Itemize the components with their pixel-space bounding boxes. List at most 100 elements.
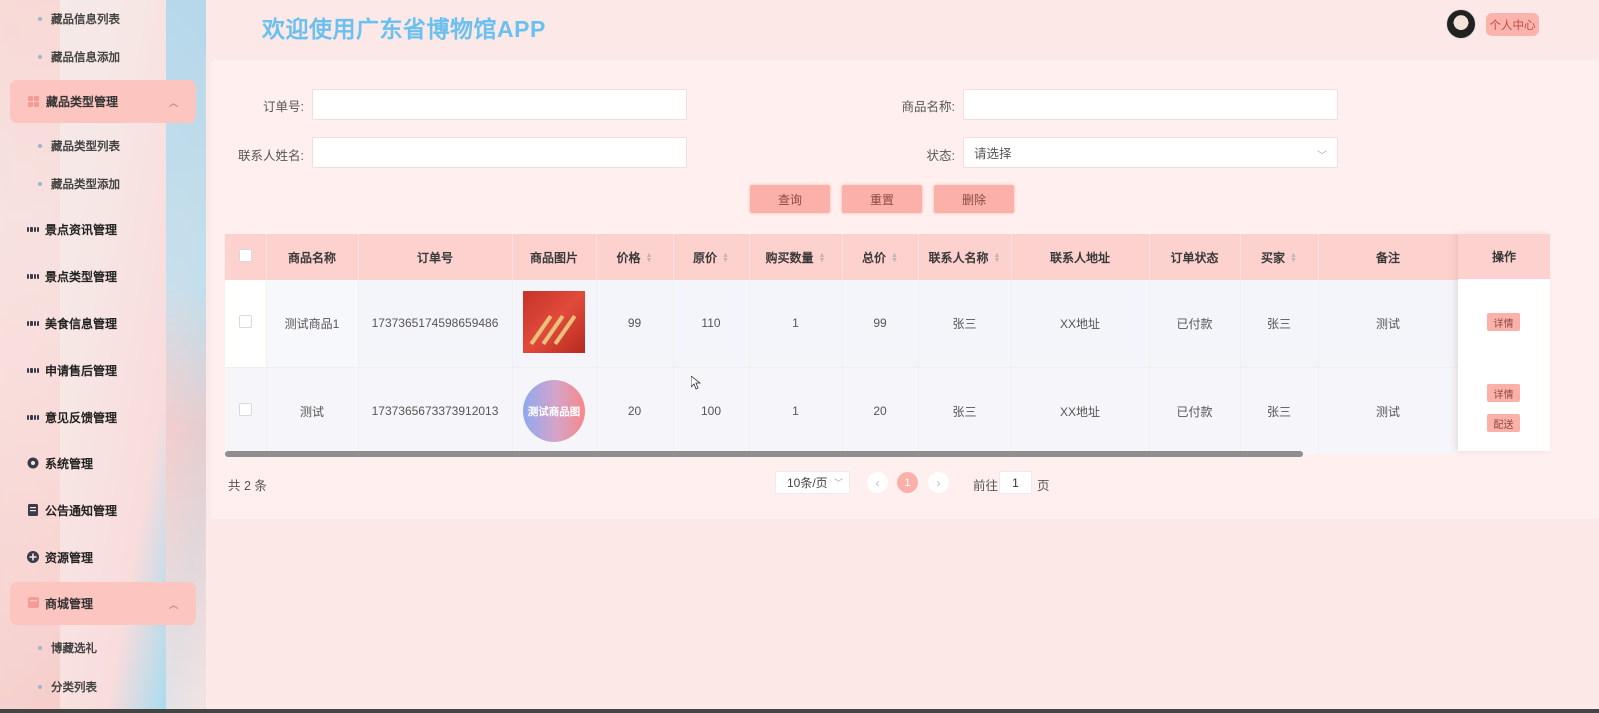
column-header-sortable[interactable]: 购买数量 ▲ ▼: [749, 234, 843, 280]
product-image-cell: 测试商品图: [512, 367, 597, 454]
sidebar-item-label: 分类列表: [51, 682, 97, 694]
horizontal-scrollbar[interactable]: [225, 451, 1303, 457]
sidebar-item-resource[interactable]: 资源管理: [27, 546, 93, 568]
product-image[interactable]: 测试商品图: [523, 380, 585, 442]
order-status-cell: 已付款: [1149, 367, 1241, 454]
sidebar-item-label: 博藏选礼: [51, 643, 97, 655]
select-all-checkbox[interactable]: [238, 249, 252, 262]
product-name-input[interactable]: [963, 89, 1338, 120]
column-header-label: 买家: [1261, 250, 1286, 265]
column-header-sortable[interactable]: 联系人名称 ▲ ▼: [918, 234, 1012, 280]
window-bottom-edge: [0, 709, 1599, 713]
column-header: 备注: [1318, 234, 1458, 280]
column-header-label: 总价: [862, 250, 887, 265]
query-button[interactable]: 查询: [750, 185, 830, 213]
contact-address-cell: XX地址: [1011, 280, 1150, 368]
goto-page-input[interactable]: 1: [999, 471, 1032, 494]
sidebar-item-label: 景点资讯管理: [45, 222, 118, 237]
sort-icon[interactable]: ▲ ▼: [646, 252, 653, 264]
sidebar-item-label: 资源管理: [45, 550, 94, 565]
original-price-cell: 100: [673, 367, 750, 454]
gear-icon: [27, 457, 39, 469]
sidebar-item-food-info[interactable]: 美食信息管理: [27, 312, 117, 334]
actions-column: 操作 详情 详情 配送: [1458, 234, 1550, 451]
sort-icon[interactable]: ▲ ▼: [722, 252, 729, 264]
sidebar-item-label: 公告通知管理: [45, 503, 118, 518]
sidebar-item-label: 藏品类型管理: [46, 95, 119, 109]
sidebar-item-scenic-type[interactable]: 景点类型管理: [27, 265, 117, 287]
sidebar-item-label: 藏品类型列表: [51, 141, 120, 153]
sidebar-item-mall[interactable]: 商城管理 ︿: [10, 582, 196, 625]
column-header-sortable[interactable]: 原价 ▲ ▼: [673, 234, 750, 280]
sidebar: 藏品信息列表 藏品信息添加 藏品类型管理 ︿ 藏品类型列表 藏品类型添加 景点资…: [0, 0, 206, 713]
order-no-cell: 1737365673373912013: [358, 367, 513, 454]
row-checkbox[interactable]: [238, 403, 252, 416]
contact-name-cell: 张三: [918, 280, 1012, 368]
remark-cell: 测试: [1318, 367, 1458, 454]
order-no-input[interactable]: [312, 89, 687, 120]
prev-page-button[interactable]: ‹: [867, 472, 888, 493]
product-image[interactable]: [523, 290, 585, 353]
column-header-sortable[interactable]: 买家 ▲ ▼: [1240, 234, 1319, 280]
sidebar-item-system[interactable]: 系统管理: [27, 452, 93, 474]
column-header-sortable[interactable]: 总价 ▲ ▼: [842, 234, 919, 280]
sidebar-item-label: 景点类型管理: [45, 269, 118, 284]
chevron-up-icon: ︿: [168, 600, 178, 610]
column-header: 操作: [1458, 234, 1550, 279]
page-size-select[interactable]: 10条/页 ﹀: [775, 471, 850, 494]
row-checkbox[interactable]: [238, 315, 252, 329]
next-page-button[interactable]: ›: [928, 472, 949, 493]
table-header-row: 商品名称 订单号 商品图片 价格 ▲ ▼ 原价 ▲ ▼ 购买数量 ▲ ▼ 总价 ▲ ▼ 联系人名…: [225, 234, 1458, 280]
order-no-cell: 1737365174598659486: [358, 280, 513, 368]
status-select[interactable]: 请选择 ﹀: [963, 137, 1338, 168]
total-cell: 20: [842, 367, 919, 454]
orders-table-grid: 商品名称 订单号 商品图片 价格 ▲ ▼ 原价 ▲ ▼ 购买数量 ▲ ▼ 总价 ▲ ▼ 联系人名…: [225, 234, 1458, 454]
sidebar-item-collection-type-mgmt[interactable]: 藏品类型管理 ︿: [10, 80, 196, 123]
table-row: 测试 1737365673373912013 测试商品图 20 100 1 20…: [225, 367, 1458, 454]
avatar[interactable]: [1446, 9, 1476, 39]
shop-icon: [28, 596, 39, 611]
grid-icon: [28, 96, 39, 107]
row-select-cell[interactable]: [225, 367, 267, 454]
row-select-cell[interactable]: [225, 280, 267, 368]
sidebar-item-scenic-news[interactable]: 景点资讯管理: [27, 218, 117, 240]
column-header: 订单号: [358, 234, 513, 280]
sidebar-item-collection-type-list[interactable]: 藏品类型列表: [38, 136, 120, 156]
sidebar-item-notice[interactable]: 公告通知管理: [27, 499, 117, 521]
sort-icon[interactable]: ▲ ▼: [1290, 252, 1297, 264]
sidebar-item-label: 系统管理: [45, 456, 94, 471]
sidebar-item-category-list[interactable]: 分类列表: [38, 677, 97, 697]
select-all-cell[interactable]: [225, 234, 267, 280]
chevron-down-icon: ﹀: [1317, 151, 1327, 162]
quantity-cell: 1: [749, 367, 843, 454]
buyer-cell: 张三: [1240, 280, 1319, 368]
buyer-cell: 张三: [1240, 367, 1319, 454]
column-header-sortable[interactable]: 价格 ▲ ▼: [596, 234, 674, 280]
detail-button[interactable]: 详情: [1487, 384, 1520, 402]
sidebar-item-label: 藏品信息列表: [51, 14, 120, 26]
sort-icon[interactable]: ▲ ▼: [891, 252, 898, 264]
grid-icon: [27, 270, 39, 282]
contact-name-label: 联系人姓名:: [238, 149, 304, 163]
quantity-cell: 1: [749, 280, 843, 368]
detail-button[interactable]: 详情: [1487, 313, 1520, 331]
sidebar-item-after-sale[interactable]: 申请售后管理: [27, 359, 117, 381]
grid-icon: [27, 411, 39, 423]
sidebar-item-gift[interactable]: 博藏选礼: [38, 638, 97, 658]
reset-button[interactable]: 重置: [842, 185, 922, 213]
user-center-button[interactable]: 个人中心: [1486, 13, 1539, 36]
header: 欢迎使用广东省博物馆APP 个人中心: [206, 0, 1599, 52]
sidebar-item-label: 申请售后管理: [45, 363, 118, 378]
sidebar-item-collection-type-add[interactable]: 藏品类型添加: [38, 174, 120, 194]
sidebar-item-collection-list[interactable]: 藏品信息列表: [38, 9, 120, 29]
price-cell: 99: [596, 280, 674, 368]
deliver-button[interactable]: 配送: [1487, 414, 1520, 432]
contact-name-input[interactable]: [312, 137, 687, 168]
sidebar-item-feedback[interactable]: 意见反馈管理: [27, 406, 117, 428]
sidebar-item-collection-add[interactable]: 藏品信息添加: [38, 47, 120, 67]
sort-icon[interactable]: ▲ ▼: [819, 252, 826, 264]
delete-button[interactable]: 删除: [934, 185, 1014, 213]
sort-icon[interactable]: ▲ ▼: [994, 252, 1001, 264]
current-page[interactable]: 1: [897, 472, 918, 493]
chevron-down-icon: ﹀: [833, 478, 843, 488]
